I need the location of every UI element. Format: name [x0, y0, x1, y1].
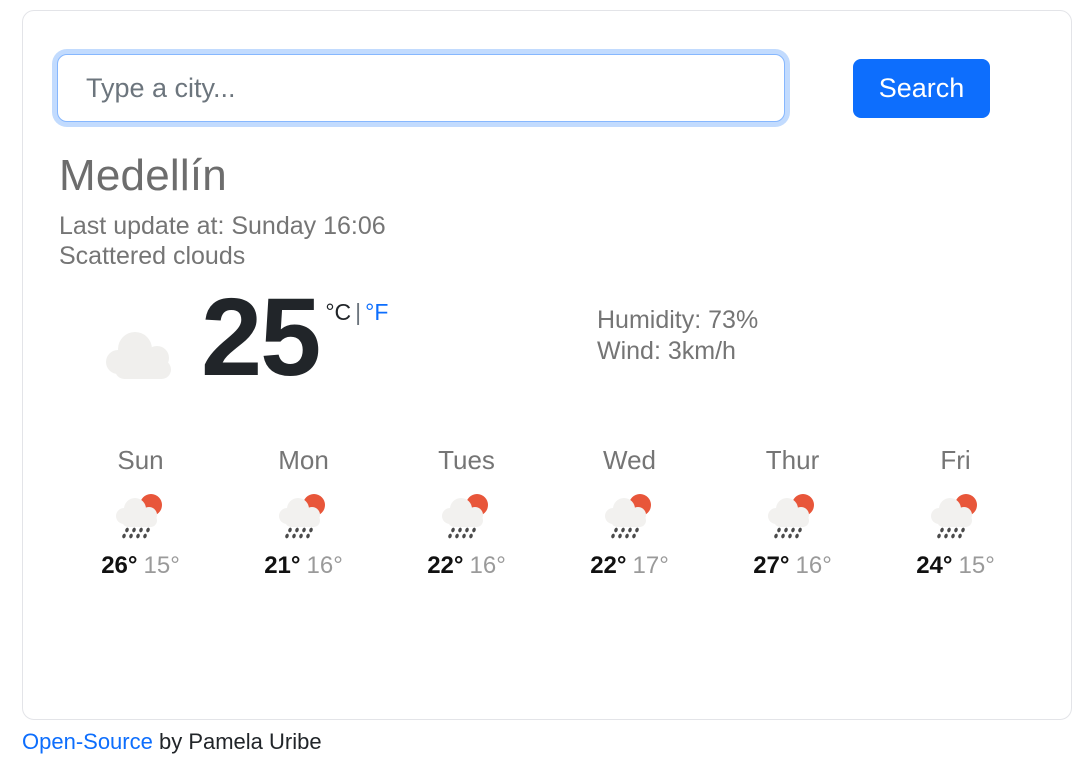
forecast-temp-max: 22° [590, 552, 627, 579]
humidity-text: Humidity: 73% [597, 306, 759, 334]
forecast-day-temps: 22° 16° [385, 551, 548, 581]
forecast-temp-min: 17° [632, 552, 669, 579]
sun-behind-rain-cloud-icon [930, 494, 977, 539]
forecast-day-temps: 26° 15° [59, 551, 222, 581]
weather-description-text: Scattered clouds [59, 242, 246, 270]
forecast-day-fri: Fri 24° 15° [874, 443, 1037, 581]
footer-credit-text: by Pamela Uribe [152, 729, 322, 754]
wind-text: Wind: 3km/h [597, 337, 736, 365]
current-meta: Last update at: Sunday 16:06 Scattered c… [59, 211, 386, 271]
forecast-temp-max: 22° [427, 552, 464, 579]
forecast-day-label: Tues [438, 445, 495, 475]
unit-toggle: °C | °F [325, 299, 388, 326]
current-details: Humidity: 73% Wind: 3km/h [597, 305, 758, 367]
forecast-day-tues: Tues 22° 16° [385, 443, 548, 581]
forecast-temp-max: 24° [916, 552, 953, 579]
unit-fahrenheit-link[interactable]: °F [365, 299, 388, 325]
sun-behind-rain-cloud-icon [115, 494, 162, 539]
sun-behind-rain-cloud-icon [278, 494, 325, 539]
forecast-day-wed: Wed 22° 17° [548, 443, 711, 581]
forecast-temp-max: 26° [101, 552, 138, 579]
current-temperature-value: 25 [201, 276, 321, 399]
current-temperature-block: 25 °C | °F [201, 283, 388, 393]
forecast-day-thur: Thur 27° 16° [711, 443, 874, 581]
footer: Open-Source by Pamela Uribe [22, 729, 322, 755]
forecast-row: Sun 26° 15° Mon 21° 16° Tues 22° 16° Wed… [59, 443, 1037, 581]
forecast-temp-min: 16° [306, 552, 343, 579]
open-source-link[interactable]: Open-Source [22, 729, 153, 754]
forecast-day-mon: Mon 21° 16° [222, 443, 385, 581]
cloud-icon [106, 332, 171, 379]
sun-behind-rain-cloud-icon [767, 494, 814, 539]
current-conditions: 25 °C | °F Humidity: 73% Wind: 3km/h [59, 283, 1019, 419]
search-input-container[interactable] [57, 54, 785, 122]
forecast-temp-min: 16° [795, 552, 832, 579]
search-form: Search [57, 46, 1007, 126]
forecast-day-label: Fri [940, 445, 971, 475]
forecast-day-temps: 27° 16° [711, 551, 874, 581]
forecast-day-temps: 24° 15° [874, 551, 1037, 581]
unit-separator: | [355, 299, 362, 325]
last-update-text: Last update at: Sunday 16:06 [59, 212, 386, 240]
forecast-day-label: Sun [117, 445, 164, 475]
forecast-day-temps: 21° 16° [222, 551, 385, 581]
forecast-day-temps: 22° 17° [548, 551, 711, 581]
forecast-temp-max: 21° [264, 552, 301, 579]
forecast-temp-min: 16° [469, 552, 506, 579]
weather-app: Search Medellín Last update at: Sunday 1… [0, 0, 1086, 767]
sun-behind-rain-cloud-icon [604, 494, 651, 539]
unit-celsius[interactable]: °C [325, 299, 351, 325]
search-input[interactable] [58, 55, 784, 121]
sun-behind-rain-cloud-icon [441, 494, 488, 539]
forecast-day-label: Thur [765, 445, 820, 475]
forecast-day-label: Mon [278, 445, 329, 475]
forecast-temp-min: 15° [958, 552, 995, 579]
city-name: Medellín [59, 151, 227, 200]
forecast-day-label: Wed [603, 445, 656, 475]
forecast-day-sun: Sun 26° 15° [59, 443, 222, 581]
weather-card: Search Medellín Last update at: Sunday 1… [22, 10, 1072, 720]
forecast-temp-max: 27° [753, 552, 790, 579]
search-button[interactable]: Search [853, 59, 990, 118]
forecast-temp-min: 15° [143, 552, 180, 579]
